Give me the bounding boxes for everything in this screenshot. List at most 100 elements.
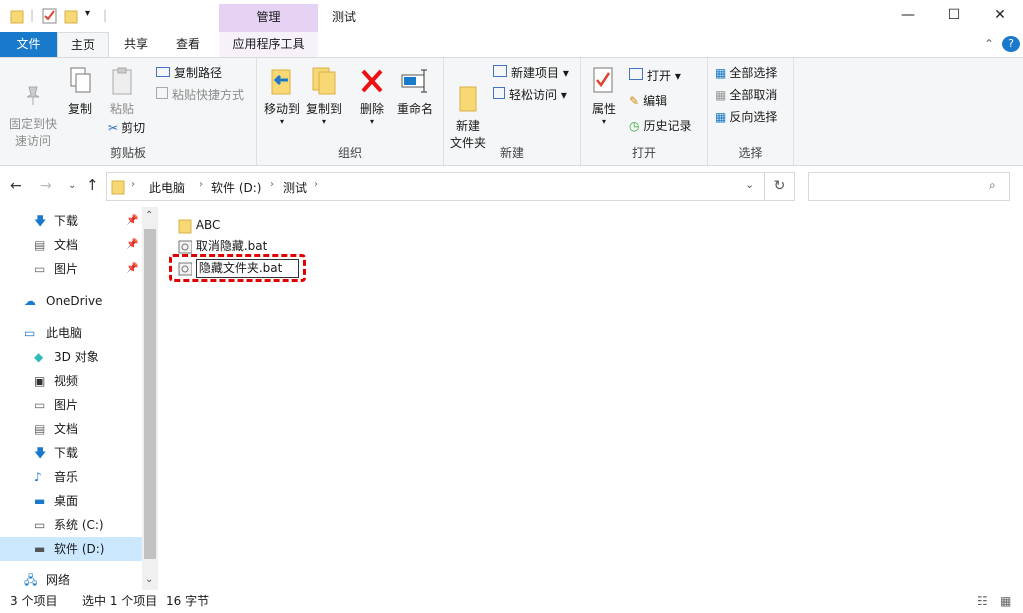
new-folder-quick-icon[interactable] [64, 8, 78, 27]
delete-label: 删除 [359, 102, 384, 116]
drive-icon: ▭ [34, 518, 46, 532]
nav-network[interactable]: 🖧 网络 [0, 568, 142, 592]
breadcrumb-test[interactable]: 测试 [283, 179, 307, 196]
close-button[interactable]: ✕ [977, 0, 1023, 32]
nav-quick-downloads[interactable]: 🡇 下载 📌 [0, 209, 142, 233]
nav-music[interactable]: ♪ 音乐 [0, 465, 142, 489]
nav-documents[interactable]: ▤ 文档 [0, 417, 142, 441]
nav-downloads[interactable]: 🡇 下载 [0, 441, 142, 465]
folder-icon[interactable] [10, 8, 24, 27]
folder-icon [178, 219, 192, 233]
nav-scrollbar-thumb[interactable] [144, 229, 156, 559]
nav-pictures[interactable]: ▭ 图片 [0, 393, 142, 417]
address-bar[interactable]: › 此电脑 › 软件 (D:) › 测试 › ⌄ [106, 172, 765, 201]
open-group-label: 打开 [631, 146, 656, 160]
nav-this-pc[interactable]: ▭ 此电脑 [0, 321, 142, 345]
rename-label: 重命名 [396, 102, 433, 116]
edit-button[interactable]: ✎ 编辑 [629, 91, 667, 111]
move-to-button[interactable]: 移动到 ▾ [263, 66, 301, 126]
pin-icon: 📌 [126, 263, 139, 274]
open-button[interactable]: 打开 ▾ [629, 66, 681, 86]
breadcrumb-drive-d[interactable]: 软件 (D:) [211, 179, 261, 196]
copy-path-icon [156, 67, 170, 77]
select-none-button[interactable]: ▦ 全部取消 [715, 85, 777, 105]
scissors-icon: ✂ [108, 121, 119, 135]
rename-icon [401, 69, 427, 93]
delete-button[interactable]: 删除 ▾ [355, 66, 389, 126]
nav-quick-pictures[interactable]: ▭ 图片 📌 [0, 257, 142, 281]
tab-app-tools[interactable]: 应用程序工具 [219, 32, 318, 57]
back-button[interactable]: ← [10, 178, 22, 194]
properties-label: 属性 [591, 102, 616, 116]
properties-button[interactable]: 属性 ▾ [589, 66, 619, 126]
collapse-ribbon-icon[interactable]: ⌃ [980, 32, 998, 57]
copy-to-button[interactable]: 复制到 ▾ [305, 66, 343, 126]
file-item-bat[interactable]: 取消隐藏.bat [178, 236, 267, 256]
new-item-button[interactable]: 新建项目 ▾ [493, 63, 569, 83]
easy-access-button[interactable]: 轻松访问 ▾ [493, 85, 567, 105]
copy-to-label: 复制到 [305, 102, 342, 116]
copy-button[interactable]: 复制 [64, 66, 96, 118]
file-item-bat-renaming[interactable]: 隐藏文件夹.bat [178, 258, 300, 278]
picture-icon: ▭ [34, 398, 46, 412]
maximize-button[interactable]: ☐ [931, 0, 977, 32]
address-dropdown-icon[interactable]: ⌄ [745, 178, 754, 191]
tab-file[interactable]: 文件 [0, 32, 57, 57]
nav-onedrive[interactable]: ☁ OneDrive [0, 289, 142, 313]
music-icon: ♪ [34, 470, 42, 484]
search-input[interactable]: ⌕ [808, 172, 1010, 201]
tab-view[interactable]: 查看 [164, 32, 212, 57]
properties-icon [593, 67, 613, 93]
new-folder-button[interactable]: 新建 文件夹 [448, 66, 488, 152]
tab-share[interactable]: 共享 [112, 32, 160, 57]
status-bar: 3 个项目 选中 1 个项目 16 字节 ☷ ▦ [0, 592, 1023, 613]
new-group-label: 新建 [499, 146, 524, 160]
large-icons-view-icon[interactable]: ▦ [1000, 592, 1011, 610]
invert-selection-button[interactable]: ▦ 反向选择 [715, 107, 777, 127]
up-button[interactable]: ↑ [86, 176, 99, 194]
nav-drive-c[interactable]: ▭ 系统 (C:) [0, 513, 142, 537]
pin-quick-access-button[interactable]: 固定到快 速访问 [6, 66, 60, 150]
recent-locations-button[interactable]: ⌄ [68, 180, 76, 191]
item-count: 3 个项目 [10, 594, 58, 608]
file-item-folder[interactable]: ABC [178, 215, 220, 235]
open-icon [629, 68, 643, 80]
pin-icon [26, 86, 40, 105]
nav-3d-objects[interactable]: ◆ 3D 对象 [0, 345, 142, 369]
nav-videos[interactable]: ▣ 视频 [0, 369, 142, 393]
cut-button[interactable]: ✂ 剪切 [108, 118, 145, 138]
paste-button[interactable]: 粘贴 [104, 66, 140, 118]
forward-button[interactable]: → [40, 178, 52, 194]
download-icon: 🡇 [34, 446, 47, 460]
window-title: 测试 [332, 10, 357, 24]
drive-icon: ▬ [34, 542, 46, 556]
scroll-down-icon[interactable]: ⌄ [145, 574, 153, 585]
copy-path-button[interactable]: 复制路径 [156, 63, 222, 83]
properties-quick-icon[interactable] [42, 8, 58, 27]
pin-icon: 📌 [126, 215, 139, 226]
customize-quick-access-icon[interactable]: ▾ [85, 8, 90, 19]
history-button[interactable]: ◷ 历史记录 [629, 116, 692, 136]
breadcrumb-this-pc[interactable]: 此电脑 [149, 179, 185, 196]
nav-drive-d[interactable]: ▬ 软件 (D:) [0, 537, 142, 561]
select-none-icon: ▦ [715, 88, 727, 102]
rename-input[interactable]: 隐藏文件夹.bat [195, 259, 300, 278]
context-tab-manage[interactable]: 管理 [219, 4, 318, 32]
move-to-icon [271, 69, 291, 95]
new-item-icon [493, 65, 507, 77]
select-all-button[interactable]: ▦ 全部选择 [715, 63, 777, 83]
help-icon[interactable]: ? [1002, 36, 1020, 52]
rename-button[interactable]: 重命名 [393, 66, 437, 118]
clipboard-group-label: 剪贴板 [109, 146, 146, 160]
nav-quick-documents[interactable]: ▤ 文档 📌 [0, 233, 142, 257]
tab-home[interactable]: 主页 [57, 32, 109, 58]
details-view-icon[interactable]: ☷ [977, 592, 988, 610]
refresh-button[interactable]: ↻ [765, 172, 795, 201]
scroll-up-icon[interactable]: ⌃ [145, 210, 153, 221]
paste-icon [112, 67, 132, 95]
minimize-button[interactable]: — [885, 0, 931, 32]
paste-shortcut-button[interactable]: 粘贴快捷方式 [156, 85, 244, 105]
open-group: 属性 ▾ 打开 ▾ ✎ 编辑 ◷ 历史记录 打开 [581, 58, 708, 165]
easy-access-icon [493, 87, 505, 99]
nav-desktop[interactable]: ▬ 桌面 [0, 489, 142, 513]
